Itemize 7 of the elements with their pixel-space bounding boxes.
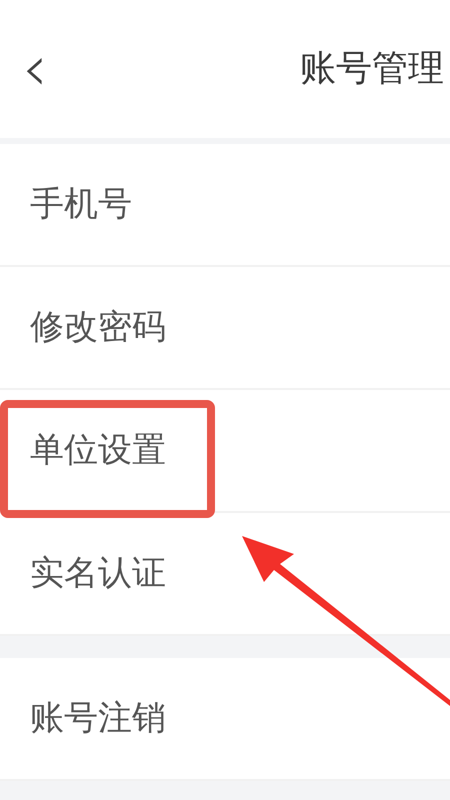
menu-item[interactable]: 单位设置 [30,425,166,476]
menu-item[interactable]: 修改密码 [30,302,166,353]
back-button[interactable]: ‹ [22,37,48,101]
menu-item[interactable]: 实名认证 [30,548,166,599]
menu-item[interactable]: 手机号 [30,179,132,230]
page-title: 账号管理 [300,47,444,91]
menu-item[interactable]: 账号注销 [30,693,166,744]
